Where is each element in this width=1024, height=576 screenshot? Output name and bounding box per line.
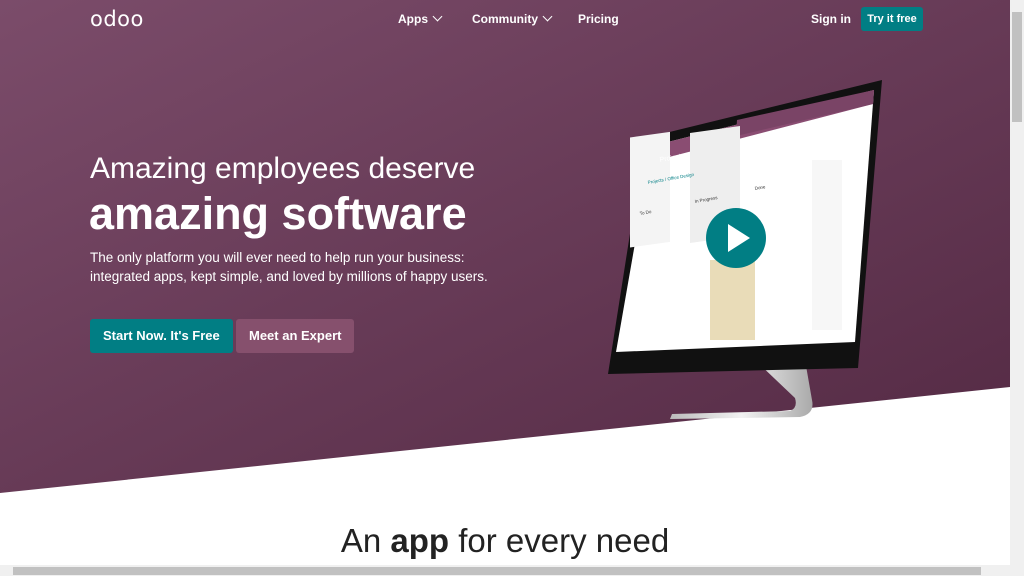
nav-community-label: Community	[472, 12, 538, 26]
top-navbar: odoo Apps Community Pricing Sign in Try …	[0, 0, 1010, 38]
hero-title-line1: Amazing employees deserve	[90, 152, 476, 185]
hero-subtitle-line1: The only platform you will ever need to …	[90, 250, 465, 265]
vertical-scrollbar[interactable]	[1010, 0, 1024, 565]
nav-apps-label: Apps	[398, 12, 428, 26]
heading-pre: An	[340, 522, 391, 559]
hero-subtitle: The only platform you will ever need to …	[90, 248, 490, 286]
start-now-button[interactable]: Start Now. It's Free	[90, 319, 233, 353]
chevron-down-icon	[432, 11, 443, 22]
horizontal-scroll-thumb[interactable]	[13, 567, 981, 575]
sign-in-link[interactable]: Sign in	[811, 12, 851, 26]
nav-pricing[interactable]: Pricing	[578, 12, 619, 26]
try-free-button[interactable]: Try it free	[861, 7, 923, 31]
play-video-button[interactable]	[706, 208, 766, 268]
nav-apps[interactable]: Apps	[398, 11, 443, 26]
hero-subtitle-line2: integrated apps, kept simple, and loved …	[90, 269, 488, 284]
odoo-logo[interactable]: odoo	[90, 7, 144, 31]
horizontal-scrollbar[interactable]	[0, 565, 1024, 576]
meet-expert-button[interactable]: Meet an Expert	[236, 319, 355, 353]
vertical-scroll-thumb[interactable]	[1012, 12, 1022, 122]
hero-title-line2: amazing software	[89, 188, 467, 239]
section-heading: An app for every need	[0, 522, 1010, 560]
heading-bold: app	[390, 522, 450, 559]
nav-community[interactable]: Community	[472, 11, 553, 26]
heading-post: for every need	[449, 522, 670, 559]
chevron-down-icon	[542, 11, 553, 22]
